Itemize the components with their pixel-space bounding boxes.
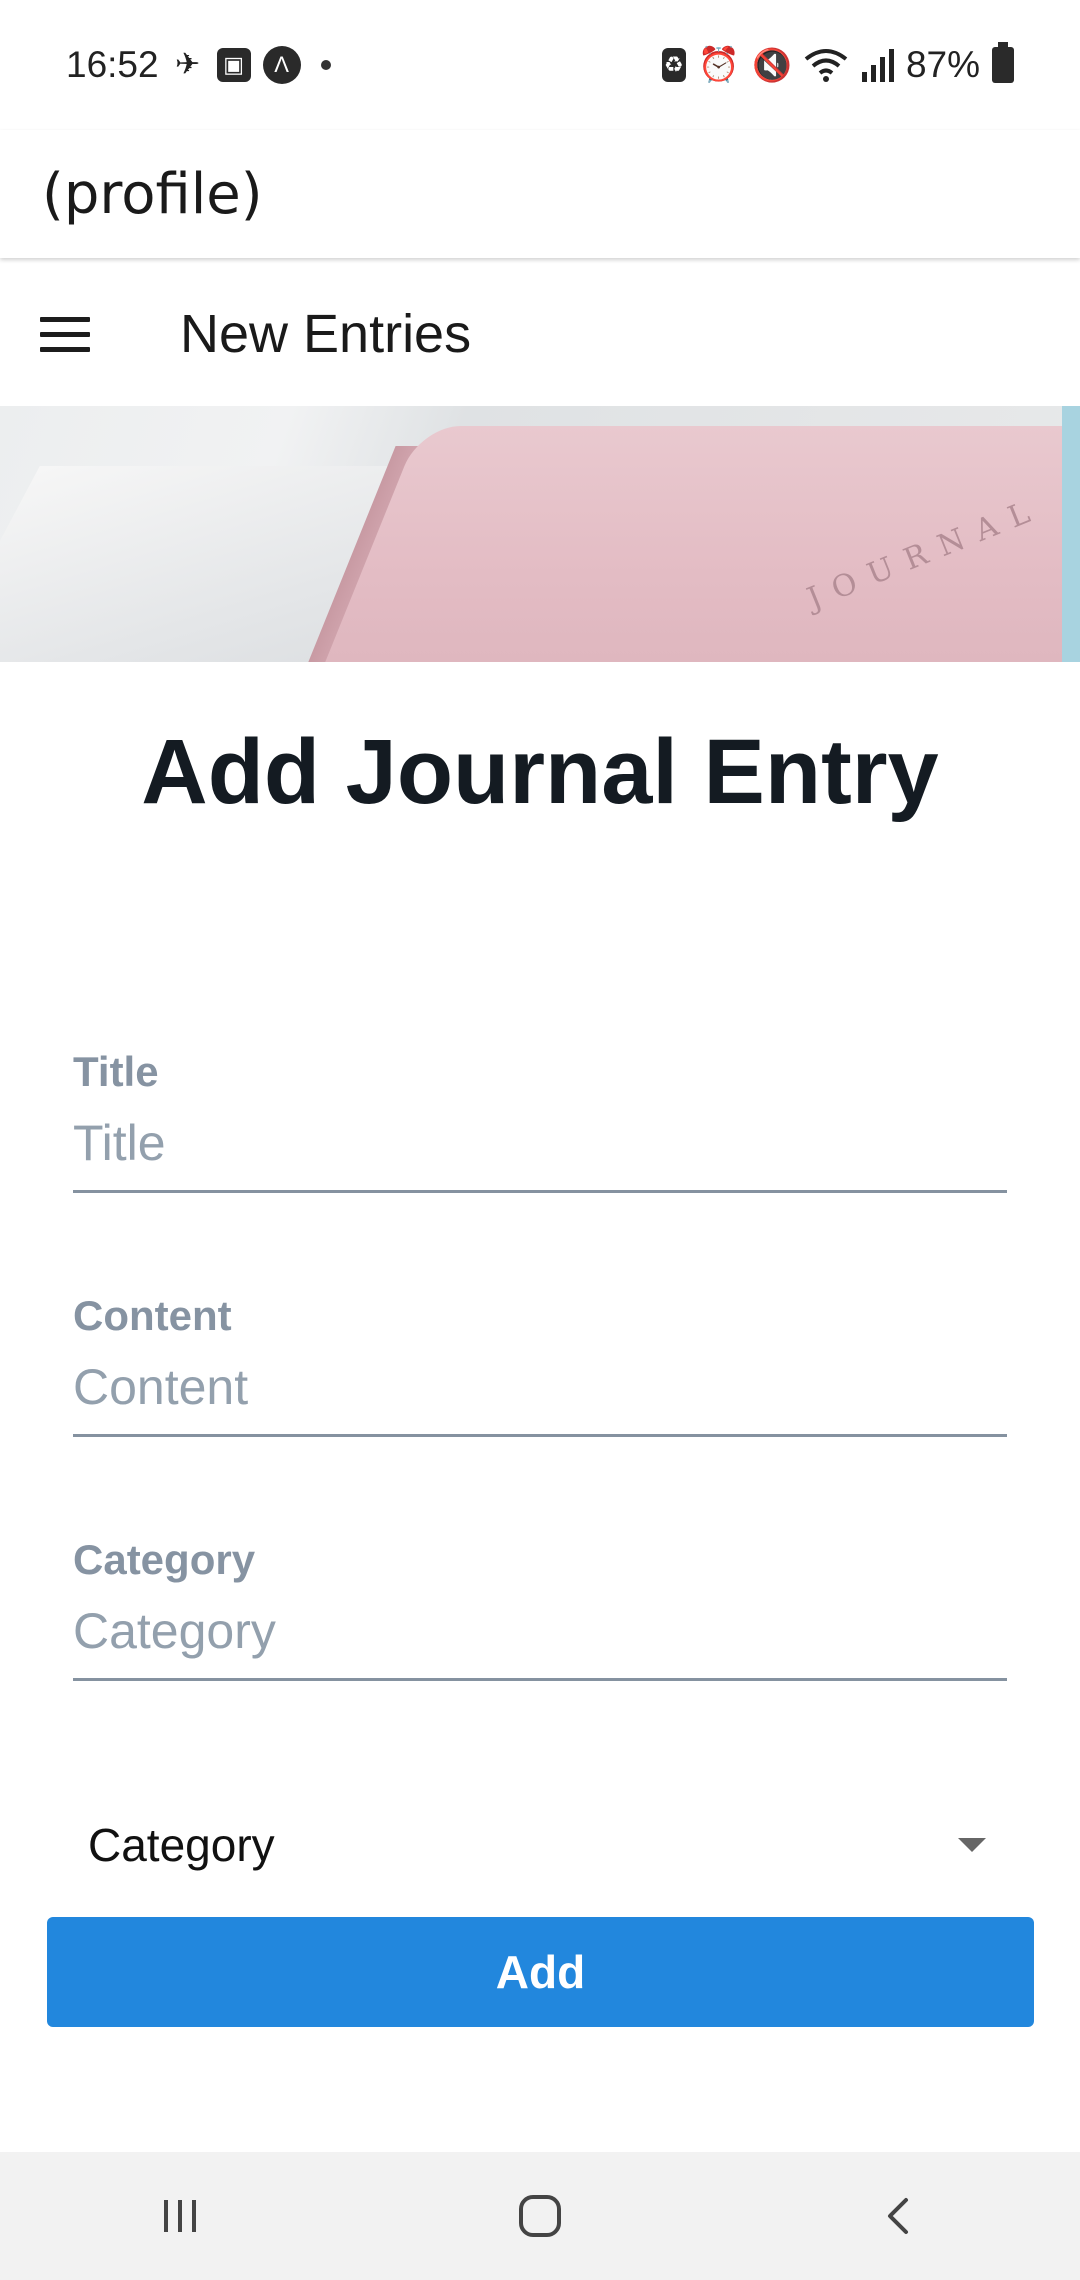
content-field: Content [73, 1292, 1007, 1437]
status-bar: 16:52 ✈ ▣ Λ ♻ ⏰ 🔇 87% [0, 0, 1080, 130]
add-button[interactable]: Add [47, 1917, 1034, 2027]
more-notifications-dot [320, 60, 331, 70]
page-title: Add Journal Entry [141, 721, 939, 823]
title-label: Title [73, 1048, 159, 1095]
app-header: (profile) [0, 130, 1080, 258]
back-button[interactable] [840, 2166, 960, 2266]
category-select[interactable]: Category [88, 1808, 988, 1882]
hero-image: JOURNAL [0, 406, 1080, 662]
category-input[interactable] [73, 1598, 1007, 1681]
back-icon [888, 2198, 908, 2234]
content-label: Content [73, 1292, 232, 1339]
status-right: ♻ ⏰ 🔇 87% [661, 42, 1014, 86]
battery-saver-icon: ♻ [661, 48, 686, 82]
content-input[interactable] [73, 1354, 1007, 1437]
hero-stripe [1062, 406, 1080, 662]
app-notification-icon: Λ [262, 46, 301, 84]
home-button[interactable] [480, 2166, 600, 2266]
status-left: 16:52 ✈ ▣ Λ [66, 44, 331, 86]
toolbar-title: New Entries [180, 304, 472, 364]
category-field: Category [73, 1536, 1007, 1681]
navigation-bar [0, 2152, 1080, 2280]
wifi-icon [804, 49, 848, 82]
alarm-icon: ⏰ [697, 46, 741, 84]
toolbar: New Entries [0, 262, 1080, 406]
recents-icon [164, 2200, 196, 2232]
category-select-value: Category [88, 1819, 275, 1871]
signal-icon [861, 49, 894, 82]
battery-percent: 87% [905, 44, 980, 85]
status-time: 16:52 [66, 44, 159, 85]
category-label: Category [73, 1536, 256, 1583]
home-icon [519, 2195, 561, 2237]
title-input[interactable] [73, 1110, 1007, 1193]
recents-button[interactable] [120, 2166, 240, 2266]
title-field: Title [73, 1048, 1007, 1193]
hamburger-menu-icon[interactable] [40, 304, 100, 364]
notification-icon: ✈ [175, 48, 201, 81]
mute-icon: 🔇 [752, 47, 792, 83]
battery-icon [992, 42, 1014, 83]
app-header-title: (profile) [42, 161, 263, 227]
gallery-icon: ▣ [216, 48, 251, 82]
chevron-down-icon [958, 1838, 986, 1852]
